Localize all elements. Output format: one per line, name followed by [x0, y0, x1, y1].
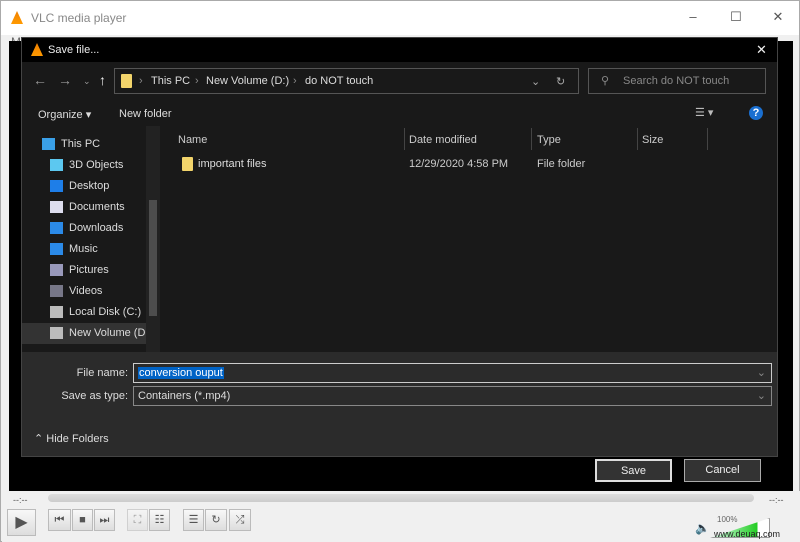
dialog-footer: File name: conversion ouput ⌄ Save as ty… — [22, 352, 777, 482]
address-dropdown-icon[interactable]: ⌄ — [531, 75, 540, 88]
search-placeholder: Search do NOT touch — [623, 75, 730, 87]
save-type-label: Save as type: — [61, 390, 128, 402]
recent-locations-button[interactable]: ⌄ — [83, 76, 91, 87]
search-input[interactable]: ⚲ Search do NOT touch — [588, 68, 766, 94]
nav-item-label: Desktop — [69, 180, 110, 192]
nav-item[interactable]: Documents — [22, 197, 146, 218]
save-file-dialog: Save file... ✕ ← → ⌄ ↑ › This PC › New V… — [21, 37, 778, 482]
view-options-icon[interactable]: ☰ ▾ — [695, 106, 713, 119]
minimize-button[interactable]: – — [683, 9, 703, 25]
drive-icon — [50, 327, 63, 339]
cancel-button[interactable]: Cancel — [684, 459, 761, 482]
playlist-button[interactable]: ☰ — [183, 509, 204, 531]
save-button[interactable]: Save — [595, 459, 672, 482]
play-button[interactable]: ▶ — [7, 509, 36, 536]
nav-item-label: Videos — [69, 285, 103, 297]
maximize-button[interactable]: ☐ — [726, 9, 746, 25]
pictures-icon — [50, 264, 63, 276]
folder-icon — [182, 157, 193, 171]
previous-button[interactable]: ⏮ — [48, 509, 71, 531]
column-name[interactable]: Name — [178, 134, 207, 146]
nav-scrollbar[interactable] — [146, 126, 160, 352]
dialog-title-bar: Save file... ✕ — [22, 38, 777, 62]
speaker-icon[interactable]: 🔈 — [695, 521, 710, 535]
nav-item[interactable]: Pictures — [22, 260, 146, 281]
drive-icon — [50, 306, 63, 318]
stop-button[interactable]: ■ — [72, 509, 93, 531]
organize-button[interactable]: Organize ▾ — [38, 108, 91, 121]
nav-item[interactable]: Videos — [22, 281, 146, 302]
seek-bar[interactable] — [48, 494, 754, 502]
file-name: important files — [198, 158, 267, 170]
computer-icon — [42, 138, 55, 150]
close-button[interactable]: ✕ — [768, 9, 788, 25]
hide-folders-button[interactable]: ⌃ Hide Folders — [34, 432, 109, 445]
column-type[interactable]: Type — [537, 134, 561, 146]
back-button[interactable]: ← — [33, 72, 47, 88]
nav-item-label: Documents — [69, 201, 125, 213]
refresh-icon[interactable]: ↻ — [556, 75, 565, 88]
nav-item[interactable]: New Volume (D:) — [22, 323, 152, 344]
help-icon[interactable]: ? — [749, 106, 763, 120]
forward-button[interactable]: → — [58, 72, 72, 88]
nav-item[interactable]: This PC — [14, 134, 138, 155]
breadcrumb-new-volume[interactable]: New Volume (D:) — [206, 75, 289, 87]
up-button[interactable]: ↑ — [99, 72, 106, 88]
vlc-cone-icon — [11, 11, 23, 24]
file-name-label: File name: — [76, 367, 128, 379]
desktop-icon — [50, 180, 63, 192]
breadcrumb-do-not-touch[interactable]: do NOT touch — [305, 75, 373, 87]
next-button[interactable]: ⏭ — [94, 509, 115, 531]
nav-item[interactable]: Desktop — [22, 176, 146, 197]
vlc-title-bar: VLC media player – ☐ ✕ — [1, 1, 799, 35]
shuffle-button[interactable]: ⤮ — [229, 509, 251, 531]
nav-item-label: Pictures — [69, 264, 109, 276]
nav-item-label: New Volume (D:) — [69, 327, 153, 339]
nav-item[interactable]: 3D Objects — [22, 155, 146, 176]
search-icon: ⚲ — [601, 75, 610, 87]
address-bar[interactable]: › This PC › New Volume (D:) › do NOT tou… — [114, 68, 579, 94]
vlc-controls: --:-- --:-- ▶ ⏮ ■ ⏭ ⛶ ☷ ☰ ↻ ⤮ 🔈 100% www… — [2, 491, 800, 542]
dialog-title: Save file... — [48, 44, 100, 56]
nav-item-label: This PC — [61, 138, 101, 150]
dialog-close-button[interactable]: ✕ — [756, 42, 767, 58]
nav-item[interactable]: Music — [22, 239, 146, 260]
nav-item-label: Downloads — [69, 222, 124, 234]
nav-item-label: Local Disk (C:) — [69, 306, 142, 318]
folder-icon — [121, 74, 132, 88]
navigation-pane: This PC 3D Objects Desktop Documents Downloa… — [22, 126, 162, 352]
column-size[interactable]: Size — [642, 134, 663, 146]
file-date: 12/29/2020 4:58 PM — [409, 158, 509, 170]
nav-item-label: Music — [69, 243, 98, 255]
fullscreen-button[interactable]: ⛶ — [127, 509, 148, 531]
file-type: File folder — [537, 158, 586, 170]
vlc-title: VLC media player — [31, 11, 127, 25]
vlc-window: VLC media player – ☐ ✕ M Save file... ✕ … — [0, 0, 800, 542]
file-list: Name Date modified Type Size important f… — [164, 126, 777, 352]
new-folder-button[interactable]: New folder — [119, 108, 172, 120]
file-name-input[interactable]: conversion ouput ⌄ — [133, 363, 772, 383]
videos-icon — [50, 285, 63, 297]
volume-label: 100% — [717, 515, 738, 524]
column-date-modified[interactable]: Date modified — [409, 134, 477, 146]
nav-item[interactable]: Downloads — [22, 218, 146, 239]
time-total: --:-- — [769, 495, 784, 505]
watermark: www.deuaq.com — [714, 529, 781, 539]
loop-button[interactable]: ↻ — [205, 509, 227, 531]
download-icon — [50, 222, 63, 234]
breadcrumb-this-pc[interactable]: This PC — [151, 75, 190, 87]
save-type-select[interactable]: Containers (*.mp4) ⌄ — [133, 386, 772, 406]
nav-item-label: 3D Objects — [69, 159, 124, 171]
time-elapsed: --:-- — [13, 495, 28, 505]
vlc-cone-icon — [31, 43, 43, 56]
dialog-toolbar: Organize ▾ New folder ☰ ▾ ? — [22, 98, 777, 126]
extended-settings-button[interactable]: ☷ — [149, 509, 170, 531]
nav-item[interactable]: Local Disk (C:) — [22, 302, 146, 323]
cube-icon — [50, 159, 63, 171]
music-icon — [50, 243, 63, 255]
file-row[interactable]: important files 12/29/2020 4:58 PM File … — [164, 154, 704, 174]
document-icon — [50, 201, 63, 213]
